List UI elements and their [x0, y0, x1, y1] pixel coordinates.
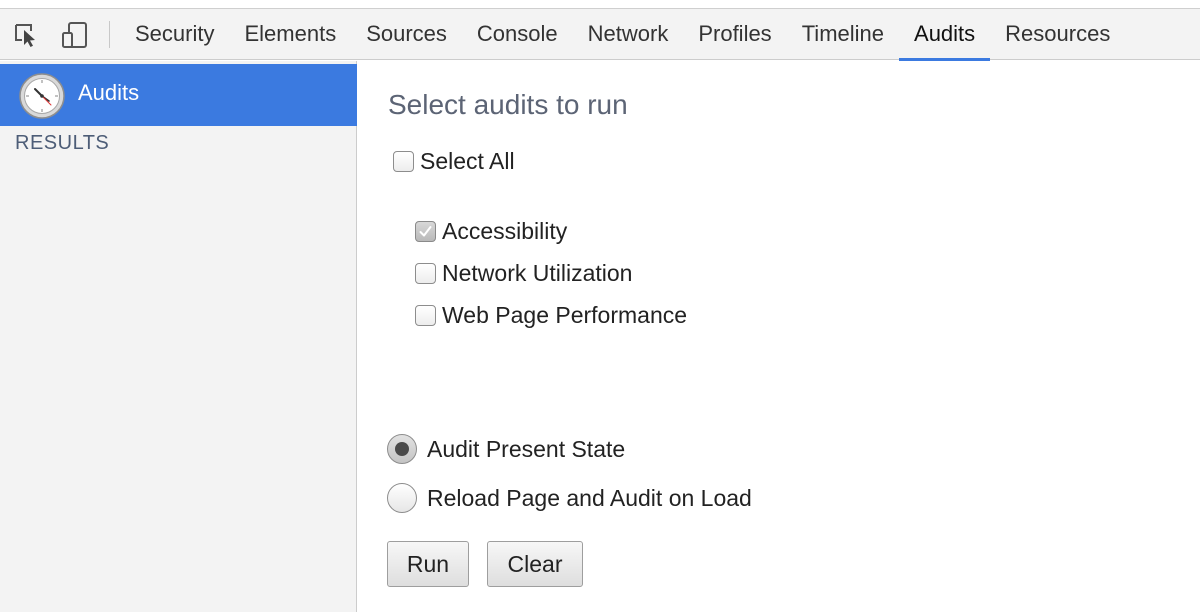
audit-present-state-label: Audit Present State: [427, 435, 626, 462]
checkmark-icon: [419, 226, 432, 237]
tab-console[interactable]: Console: [462, 9, 573, 60]
tab-security[interactable]: Security: [120, 9, 229, 60]
tab-audits[interactable]: Audits: [899, 9, 991, 61]
audit-accessibility-row[interactable]: Accessibility: [415, 218, 567, 245]
sidebar-item-label: Audits: [78, 80, 140, 105]
reload-and-audit-radio[interactable]: [387, 483, 417, 513]
reload-and-audit-label: Reload Page and Audit on Load: [427, 484, 752, 511]
device-mode-icon[interactable]: [60, 20, 90, 50]
tab-resources[interactable]: Resources: [990, 9, 1125, 60]
tab-timeline[interactable]: Timeline: [787, 9, 899, 60]
inspect-element-icon[interactable]: [12, 20, 42, 50]
tab-sources[interactable]: Sources: [351, 9, 462, 60]
clear-button[interactable]: Clear: [487, 541, 583, 587]
select-all-checkbox-row[interactable]: Select All: [393, 148, 515, 175]
audits-sidebar: Audits RESULTS: [0, 61, 357, 612]
page-title: Select audits to run: [388, 89, 628, 120]
sidebar-item-audits[interactable]: Audits: [0, 64, 357, 126]
tab-profiles[interactable]: Profiles: [683, 9, 786, 60]
accessibility-label: Accessibility: [442, 218, 568, 244]
web-page-performance-checkbox[interactable]: [415, 305, 436, 326]
results-section-label: RESULTS: [15, 132, 110, 154]
audit-present-state-radio[interactable]: [387, 434, 417, 464]
audits-launcher: Select audits to run Select All Accessib…: [358, 61, 1200, 612]
run-button[interactable]: Run: [387, 541, 469, 587]
audit-present-state-row[interactable]: Audit Present State: [387, 434, 625, 464]
select-all-checkbox[interactable]: [393, 151, 414, 172]
accessibility-checkbox[interactable]: [415, 221, 436, 242]
window-top-strip: [0, 0, 1200, 9]
tab-network[interactable]: Network: [573, 9, 684, 60]
reload-and-audit-row[interactable]: Reload Page and Audit on Load: [387, 483, 752, 513]
tab-elements[interactable]: Elements: [229, 9, 351, 60]
panel-tabs: Security Elements Sources Console Networ…: [120, 9, 1125, 61]
devtools-toolbar: Security Elements Sources Console Networ…: [0, 9, 1200, 61]
audit-web-page-performance-row[interactable]: Web Page Performance: [415, 302, 687, 329]
network-utilization-label: Network Utilization: [442, 260, 633, 286]
select-all-label: Select All: [420, 148, 515, 174]
network-utilization-checkbox[interactable]: [415, 263, 436, 284]
clock-icon: [18, 72, 66, 120]
web-page-performance-label: Web Page Performance: [442, 302, 688, 328]
audit-network-utilization-row[interactable]: Network Utilization: [415, 260, 632, 287]
toolbar-separator: [109, 21, 110, 48]
radio-dot: [395, 442, 409, 456]
